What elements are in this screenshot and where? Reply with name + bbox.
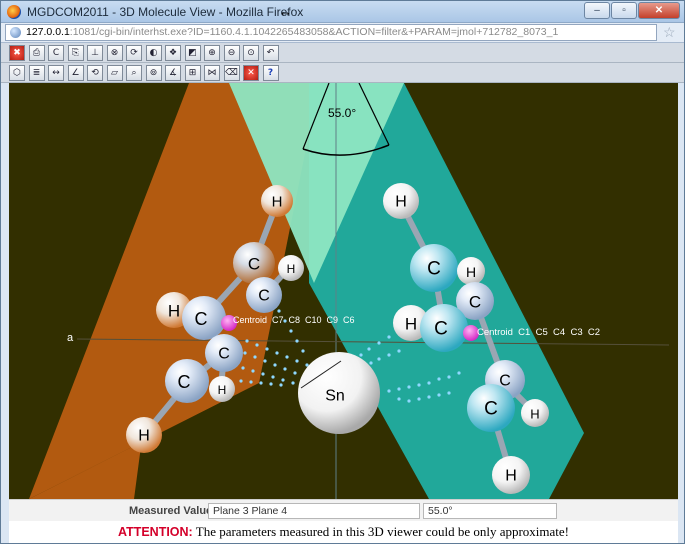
atom-label-h2: H (287, 262, 296, 276)
url-host: 127.0.0.1 (26, 26, 70, 38)
atom-label-c3: C (195, 309, 208, 329)
view-icon[interactable]: ❖ (165, 45, 181, 61)
measured-values-label: Measured Values (129, 505, 219, 517)
undo-icon[interactable]: ↶ (262, 45, 279, 61)
firefox-icon (7, 5, 21, 19)
plane-distance-icon[interactable]: ⊞ (184, 65, 201, 81)
rotate-icon[interactable]: ⊗ (106, 45, 123, 61)
atom-label-c6: C (427, 259, 441, 280)
help-icon[interactable]: ? (262, 65, 279, 81)
center-icon[interactable]: ⊥ (87, 45, 103, 61)
axis-label: a (67, 332, 74, 344)
labels-icon[interactable]: ≣ (28, 65, 45, 81)
atom-label-h5: H (138, 428, 150, 445)
resize-cursor-icon: ↔ (279, 4, 292, 19)
maximize-button[interactable]: ▫ (611, 2, 637, 19)
torsion-icon[interactable]: ⟲ (87, 65, 103, 81)
minimize-button[interactable]: – (584, 2, 610, 19)
atom-label-c8: C (434, 319, 448, 340)
atom-label-c2: C (258, 288, 270, 305)
globe-icon (10, 27, 21, 38)
close-icon[interactable]: ✖ (9, 45, 25, 61)
url-text: 127.0.0.1:1081/cgi-bin/interhst.exe?ID=1… (26, 26, 558, 38)
plane-icon[interactable]: ▱ (106, 65, 123, 81)
hbond-icon[interactable]: ⋈ (204, 65, 220, 81)
atom-label-c4: C (218, 346, 230, 363)
attention-message: The parameters measured in this 3D viewe… (192, 524, 570, 539)
planes-field[interactable]: Plane 3 Plane 4 (208, 503, 420, 519)
atom-label-h7: H (466, 264, 476, 280)
close-button[interactable]: ✕ (638, 2, 680, 19)
atom-label-h9: H (530, 407, 539, 422)
atom-label-h4: H (218, 383, 227, 397)
atom-label-c5: C (178, 372, 191, 392)
reset-icon[interactable]: ⊙ (243, 45, 259, 61)
image-icon[interactable]: ◩ (184, 45, 201, 61)
atom-label-c10: C (484, 399, 498, 420)
atom-label-c7: C (469, 293, 481, 312)
viewer-toolbar-2: ⬡ ≣ ↔ ∠ ⟲ ▱ ⌕ ⊚ ∡ ⊞ ⋈ ⌫ ✕? (1, 63, 684, 83)
attention-banner: ATTENTION: The parameters measured in th… (9, 521, 678, 543)
print-icon[interactable]: ⎙ (28, 45, 45, 61)
plane-angle-icon[interactable]: ∡ (165, 65, 181, 81)
browser-window: MGDCOM2011 - 3D Molecule View - Mozilla … (0, 0, 685, 544)
title-bar[interactable]: MGDCOM2011 - 3D Molecule View - Mozilla … (1, 1, 684, 23)
zoom-out-icon[interactable]: ⊖ (223, 45, 240, 61)
spin-icon[interactable]: ◐ (145, 45, 162, 61)
molecule-viewer[interactable]: a 55.0° H C H C H C C C H H H C H C H C … (9, 83, 678, 499)
atom-label-sn: Sn (325, 388, 345, 405)
atom-label-c9: C (499, 373, 511, 390)
angle-icon[interactable]: ∠ (67, 65, 84, 81)
distance-icon[interactable]: ↔ (48, 65, 64, 81)
address-bar: 127.0.0.1:1081/cgi-bin/interhst.exe?ID=1… (1, 23, 684, 43)
centroid-icon[interactable]: ⊚ (145, 65, 162, 81)
color-icon[interactable]: ⟳ (126, 45, 142, 61)
atom-label-h6: H (395, 194, 407, 211)
measure-icon[interactable]: ⌕ (126, 65, 142, 81)
attention-label: ATTENTION: (117, 525, 193, 539)
angle-label: 55.0° (328, 106, 356, 120)
angle-value-field[interactable]: 55.0° (423, 503, 557, 519)
centroid-left-label: Centroid C7 C8 C10 C9 C6 (233, 315, 355, 325)
zoom-in-icon[interactable]: ⊕ (204, 45, 220, 61)
atom-label-h8: H (405, 315, 417, 334)
url-path: :1081/cgi-bin/interhst.exe?ID=1160.4.1.1… (69, 26, 559, 38)
molecule-scene[interactable]: a 55.0° H C H C H C C C H H H C H C H C … (9, 83, 678, 499)
viewer-toolbar-1: ✖ ⎙ C ⎘ ⊥ ⊗ ⟳ ◐ ❖ ◩ ⊕ ⊖ ⊙ ↶ (1, 43, 684, 63)
eraser-icon[interactable]: ⌫ (223, 65, 240, 81)
paste-icon[interactable]: ⎘ (67, 45, 84, 61)
atom-label-h3: H (168, 302, 180, 321)
window-title: MGDCOM2011 - 3D Molecule View - Mozilla … (27, 5, 304, 19)
atom-label-h1: H (272, 194, 283, 211)
atom-label-h10: H (505, 468, 517, 485)
copy-icon[interactable]: C (48, 45, 64, 61)
clear-icon[interactable]: ✕ (243, 65, 259, 81)
measure-panel: Measured Values Plane 3 Plane 4 55.0° (9, 499, 678, 521)
atom-icon[interactable]: ⬡ (9, 65, 25, 81)
bookmark-star-icon[interactable]: ☆ (663, 24, 676, 41)
atom-label-c1: C (248, 255, 260, 274)
centroid-right-label: Centroid C1 C5 C4 C3 C2 (477, 327, 600, 338)
window-controls: – ▫ ✕ (583, 2, 680, 19)
url-field[interactable]: 127.0.0.1:1081/cgi-bin/interhst.exe?ID=1… (5, 24, 657, 41)
